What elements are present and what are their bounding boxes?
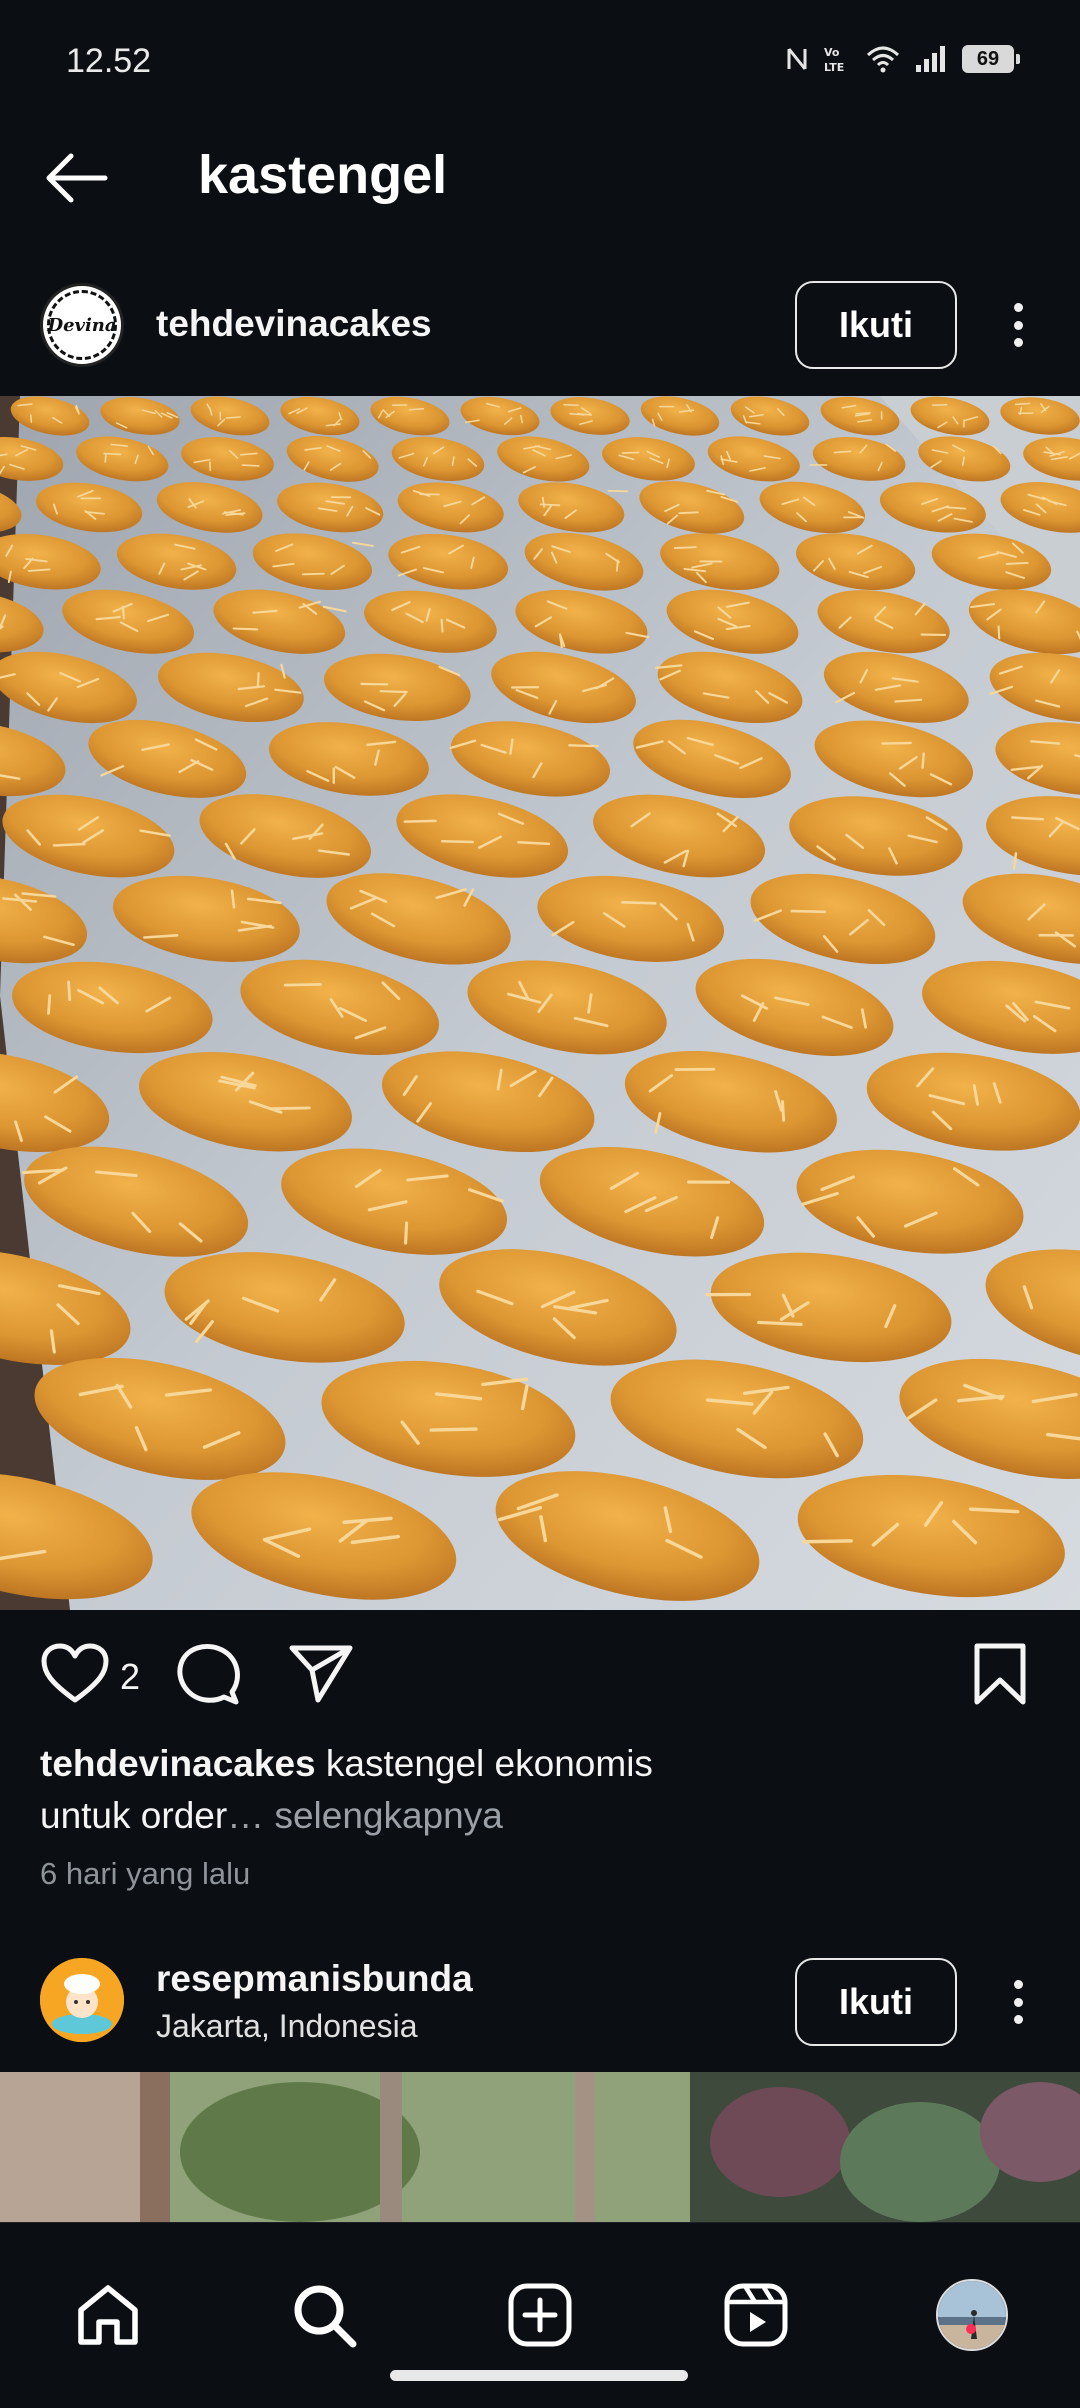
- post-actions: 2: [0, 1630, 1080, 1720]
- post-timestamp: 6 hari yang lalu: [40, 1856, 251, 1891]
- avatar-2[interactable]: [40, 1958, 124, 2042]
- comment-icon: [177, 1644, 240, 1705]
- status-bar: 12.52 Vo LTE 69: [0, 0, 1080, 120]
- see-more-link[interactable]: … selengkapnya: [227, 1795, 503, 1836]
- bookmark-icon: [974, 1643, 1026, 1705]
- kastengel-photo: [0, 396, 1080, 1610]
- caption-text-2: untuk order: [40, 1795, 228, 1836]
- profile-avatar: [936, 2279, 1008, 2351]
- status-icons: Vo LTE 69: [786, 44, 1020, 74]
- home-indicator[interactable]: [390, 2370, 688, 2381]
- username[interactable]: tehdevinacakes: [156, 303, 432, 345]
- follow-button-2[interactable]: Ikuti: [795, 1958, 957, 2046]
- notification-dot: [966, 2324, 976, 2334]
- nfc-icon: [787, 48, 807, 70]
- battery-icon: 69: [962, 45, 1020, 73]
- more-vertical-icon: [1013, 303, 1023, 312]
- post-location[interactable]: Jakarta, Indonesia: [156, 2008, 418, 2045]
- like-button[interactable]: [40, 1642, 110, 1711]
- send-icon: [289, 1645, 353, 1703]
- more-vertical-icon: [1013, 1980, 1023, 1989]
- like-count[interactable]: 2: [120, 1656, 140, 1698]
- caption-username[interactable]: tehdevinacakes: [40, 1743, 316, 1784]
- caption-text: kastengel ekonomis: [315, 1743, 653, 1784]
- reels-icon: [724, 2283, 788, 2347]
- share-button[interactable]: [288, 1642, 354, 1709]
- username-2[interactable]: resepmanisbunda: [156, 1958, 473, 2000]
- save-button[interactable]: [972, 1642, 1028, 1711]
- volte-icon: Vo LTE: [824, 46, 844, 74]
- chef-avatar-icon: [40, 1958, 124, 2042]
- arrow-left-icon: [46, 153, 108, 203]
- nav-create[interactable]: [504, 2279, 576, 2351]
- more-options-button[interactable]: [1000, 295, 1036, 355]
- svg-text:LTE: LTE: [824, 61, 844, 74]
- nav-search[interactable]: [288, 2279, 360, 2351]
- back-button[interactable]: [40, 144, 112, 212]
- home-icon: [78, 2285, 138, 2345]
- profile-photo: [938, 2281, 1006, 2349]
- svg-text:Vo: Vo: [824, 46, 840, 59]
- more-options-button-2[interactable]: [1000, 1972, 1036, 2032]
- post-caption[interactable]: tehdevinacakes kastengel ekonomis untuk …: [40, 1738, 1040, 1842]
- status-time: 12.52: [66, 42, 152, 80]
- screen: 12.52 Vo LTE 69 kastengel Devina tehdevi…: [0, 0, 1080, 2408]
- add-post-icon: [508, 2283, 572, 2347]
- nav-reels[interactable]: [720, 2279, 792, 2351]
- avatar-logo: Devina: [47, 290, 117, 360]
- heart-icon: [41, 1643, 109, 1703]
- search-icon: [294, 2285, 357, 2348]
- post-image[interactable]: [0, 396, 1080, 1610]
- battery-level: 69: [976, 47, 1000, 70]
- signal-icon: [916, 46, 945, 72]
- wifi-icon: [866, 46, 900, 73]
- post-header: Devina tehdevinacakes Ikuti: [0, 275, 1080, 375]
- comment-button[interactable]: [176, 1642, 242, 1713]
- avatar[interactable]: Devina: [40, 283, 124, 367]
- nav-home[interactable]: [72, 2279, 144, 2351]
- post-image-2[interactable]: [0, 2072, 1080, 2222]
- nav-profile[interactable]: [936, 2279, 1008, 2351]
- post-header-2: resepmanisbunda Jakarta, Indonesia Ikuti: [0, 1950, 1080, 2050]
- page-title: kastengel: [198, 145, 448, 205]
- post-2-photo: [0, 2072, 1080, 2222]
- follow-button[interactable]: Ikuti: [795, 281, 957, 369]
- header: kastengel: [0, 130, 1080, 226]
